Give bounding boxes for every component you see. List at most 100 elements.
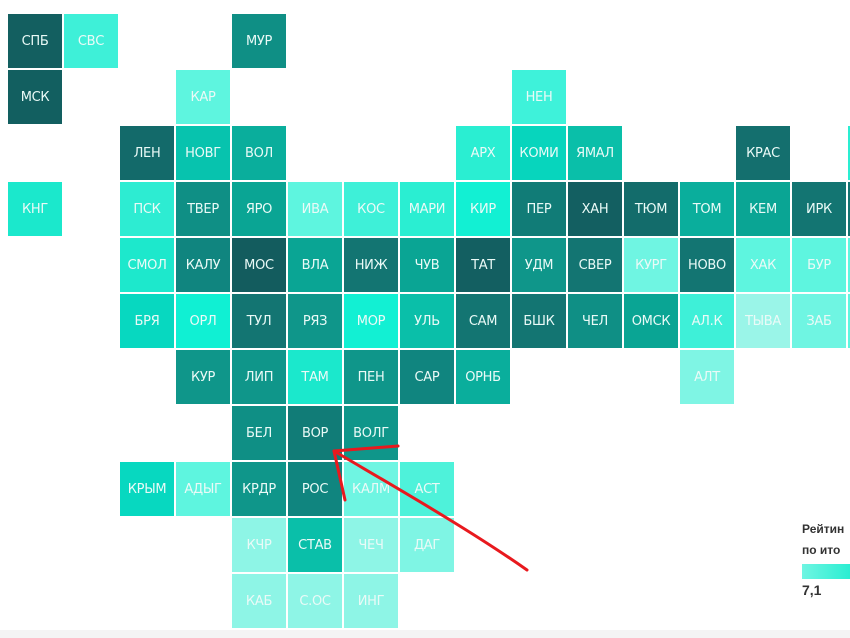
region-tile[interactable]: КАЛМ (344, 462, 398, 516)
region-tile[interactable]: САМ (456, 294, 510, 348)
region-tile[interactable]: АСТ (400, 462, 454, 516)
region-label: БУР (807, 257, 831, 273)
region-tile[interactable]: ОМСК (624, 294, 678, 348)
region-tile[interactable]: ЧЕЛ (568, 294, 622, 348)
region-label: УДМ (524, 257, 554, 273)
region-tile[interactable]: ОРЛ (176, 294, 230, 348)
region-label: ПЕР (526, 201, 552, 217)
region-tile[interactable]: МОС (232, 238, 286, 292)
region-tile[interactable]: НОВО (680, 238, 734, 292)
region-tile[interactable]: НЕН (512, 70, 566, 124)
region-tile[interactable]: ОРНБ (456, 350, 510, 404)
region-label: АЛ.К (691, 313, 723, 329)
region-tile[interactable]: КИР (456, 182, 510, 236)
region-tile[interactable]: РЯЗ (288, 294, 342, 348)
region-label: КОС (357, 201, 385, 217)
region-tile[interactable]: КРДР (232, 462, 286, 516)
region-tile[interactable]: МОР (344, 294, 398, 348)
region-tile[interactable]: ЛИП (232, 350, 286, 404)
region-tile[interactable]: ЗАБ (792, 294, 846, 348)
region-label: ТАМ (301, 369, 329, 385)
region-tile[interactable]: СМОЛ (120, 238, 174, 292)
region-tile[interactable]: КЧР (232, 518, 286, 572)
region-tile[interactable]: ЛЕН (120, 126, 174, 180)
region-tile[interactable]: АДЫГ (176, 462, 230, 516)
region-label: КРАС (746, 145, 780, 161)
region-tile[interactable]: ХАК (736, 238, 790, 292)
region-tile[interactable]: КРАС (736, 126, 790, 180)
region-tile[interactable]: КОМИ (512, 126, 566, 180)
region-tile[interactable]: КУРГ (624, 238, 678, 292)
region-tile[interactable]: ВОЛГ (344, 406, 398, 460)
region-tile[interactable]: СВС (64, 14, 118, 68)
region-tile[interactable]: КНГ (8, 182, 62, 236)
legend: Рейтин по ито 7,1 (802, 522, 850, 612)
region-tile[interactable]: АЛ.К (680, 294, 734, 348)
region-tile[interactable]: ИВА (288, 182, 342, 236)
region-label: КАБ (245, 593, 273, 609)
region-label: КНГ (21, 201, 49, 217)
region-tile[interactable]: НИЖ (344, 238, 398, 292)
region-tile[interactable]: ЯРО (232, 182, 286, 236)
region-tile[interactable]: РОС (288, 462, 342, 516)
region-tile[interactable]: СВЕР (568, 238, 622, 292)
region-tile[interactable]: ЯМАЛ (568, 126, 622, 180)
region-tile[interactable]: АРХ (456, 126, 510, 180)
region-tile[interactable]: СТАВ (288, 518, 342, 572)
region-tile[interactable]: МУР (232, 14, 286, 68)
region-tile[interactable]: МАРИ (400, 182, 454, 236)
region-tile[interactable]: ХАН (568, 182, 622, 236)
region-tile[interactable]: КЕМ (736, 182, 790, 236)
region-label: УЛЬ (414, 313, 440, 329)
region-label: РЯЗ (302, 313, 328, 329)
region-tile[interactable]: ТАТ (456, 238, 510, 292)
region-tile[interactable]: МСК (8, 70, 62, 124)
region-tile[interactable]: ВОР (288, 406, 342, 460)
region-label: ТОМ (692, 201, 722, 217)
region-tile[interactable]: ТЫВА (736, 294, 790, 348)
region-tile[interactable]: УЛЬ (400, 294, 454, 348)
region-tile[interactable]: ЧЕЧ (344, 518, 398, 572)
region-tile[interactable]: С.ОС (288, 574, 342, 628)
region-tile[interactable]: БРЯ (120, 294, 174, 348)
region-label: ЛИП (244, 369, 274, 385)
region-label: КРДР (242, 481, 276, 497)
region-tile[interactable]: ТАМ (288, 350, 342, 404)
region-tile[interactable]: АЛТ (680, 350, 734, 404)
region-tile[interactable]: ТУЛ (232, 294, 286, 348)
region-tile[interactable]: ТОМ (680, 182, 734, 236)
region-label: КИР (470, 201, 496, 217)
region-tile[interactable]: БЕЛ (232, 406, 286, 460)
region-label: ЧУВ (414, 257, 440, 273)
region-tile[interactable]: ИРК (792, 182, 846, 236)
region-tile[interactable]: КРЫМ (120, 462, 174, 516)
region-tile[interactable]: ЧУВ (400, 238, 454, 292)
region-tile[interactable]: ПСК (120, 182, 174, 236)
region-tile[interactable]: КАБ (232, 574, 286, 628)
region-tile[interactable]: БШК (512, 294, 566, 348)
region-label: ПЕН (357, 369, 385, 385)
region-tile[interactable]: ВЛА (288, 238, 342, 292)
region-label: ЯРО (245, 201, 273, 217)
legend-gradient-bar (802, 564, 850, 579)
legend-title-line2: по ито (802, 543, 841, 557)
tile-map: СПБ СВС МУР МСК КАР НЕН ЛЕН НОВГ ВОЛ АРХ КОМИ ЯМАЛ К… (0, 0, 850, 638)
region-tile[interactable]: ПЕР (512, 182, 566, 236)
region-tile[interactable]: ПЕН (344, 350, 398, 404)
region-tile[interactable]: СПБ (8, 14, 62, 68)
region-tile[interactable]: БУР (792, 238, 846, 292)
region-label: БЕЛ (245, 425, 272, 441)
region-tile[interactable]: КОС (344, 182, 398, 236)
region-tile[interactable]: ВОЛ (232, 126, 286, 180)
region-tile[interactable]: САР (400, 350, 454, 404)
region-tile[interactable]: ДАГ (400, 518, 454, 572)
region-tile[interactable]: ИНГ (344, 574, 398, 628)
region-tile[interactable]: ТЮМ (624, 182, 678, 236)
region-tile[interactable]: НОВГ (176, 126, 230, 180)
region-label: ЗАБ (806, 313, 832, 329)
region-tile[interactable]: КУР (176, 350, 230, 404)
region-tile[interactable]: КАР (176, 70, 230, 124)
region-tile[interactable]: КАЛУ (176, 238, 230, 292)
region-tile[interactable]: ТВЕР (176, 182, 230, 236)
region-tile[interactable]: УДМ (512, 238, 566, 292)
